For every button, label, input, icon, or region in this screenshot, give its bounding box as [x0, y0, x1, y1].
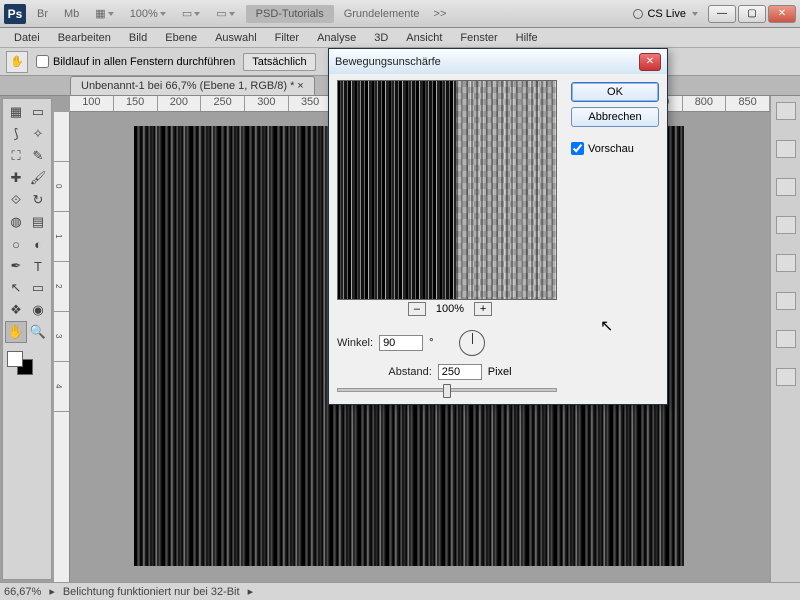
swatches-panel-icon[interactable] [776, 140, 796, 158]
workspace-item[interactable]: Grundelemente [340, 6, 424, 22]
zoom-out-button[interactable]: – [408, 302, 426, 316]
status-info: Belichtung funktioniert nur bei 32-Bit [63, 586, 240, 598]
3d-tool[interactable]: ❖ [5, 299, 27, 321]
app-logo: Ps [4, 4, 26, 24]
channels-panel-icon[interactable] [776, 330, 796, 348]
right-panel-dock [770, 96, 800, 582]
hand-tool-icon: ✋ [6, 51, 28, 73]
crop-tool[interactable]: ⛶ [5, 145, 27, 167]
gradient-tool[interactable]: ▤ [27, 211, 49, 233]
extras-dropdown[interactable]: ▭ [211, 4, 239, 23]
blur-tool[interactable]: ○ [5, 233, 27, 255]
dialog-title: Bewegungsunschärfe [335, 56, 441, 68]
maximize-button[interactable]: ▢ [738, 5, 766, 23]
cursor-icon: ↖ [600, 316, 613, 336]
heal-tool[interactable]: ✚ [5, 167, 27, 189]
minimize-button[interactable]: — [708, 5, 736, 23]
distance-slider[interactable] [337, 388, 557, 392]
type-tool[interactable]: T [27, 255, 49, 277]
menu-analyse[interactable]: Analyse [309, 30, 364, 46]
menu-ebene[interactable]: Ebene [157, 30, 205, 46]
bridge-button[interactable]: Br [32, 5, 53, 23]
angle-unit: ° [429, 337, 433, 349]
move-tool[interactable]: ▦ [5, 101, 27, 123]
cs-live-button[interactable]: CS Live [633, 8, 698, 20]
ok-button[interactable]: OK [571, 82, 659, 102]
scroll-all-checkbox[interactable]: Bildlauf in allen Fenstern durchführen [36, 55, 235, 68]
lasso-tool[interactable]: ⟆ [5, 123, 27, 145]
menu-filter[interactable]: Filter [267, 30, 307, 46]
foreground-swatch[interactable] [7, 351, 23, 367]
menu-ansicht[interactable]: Ansicht [398, 30, 450, 46]
arrange-dropdown[interactable]: ▭ [177, 4, 205, 23]
styles-panel-icon[interactable] [776, 178, 796, 196]
adjustments-panel-icon[interactable] [776, 216, 796, 234]
toolbox: ▦▭ ⟆✧ ⛶✎ ✚🖌 ⟐↻ ◍▤ ○◐ ✒T ↖▭ ❖◉ ✋🔍 [2, 98, 52, 580]
menu-hilfe[interactable]: Hilfe [508, 30, 546, 46]
minibridge-button[interactable]: Mb [59, 5, 84, 23]
shape-tool[interactable]: ▭ [27, 277, 49, 299]
distance-unit: Pixel [488, 366, 512, 378]
angle-input[interactable] [379, 335, 423, 351]
paths-panel-icon[interactable] [776, 368, 796, 386]
dialog-titlebar[interactable]: Bewegungsunschärfe ✕ [329, 49, 667, 74]
zoom-in-button[interactable]: + [474, 302, 492, 316]
masks-panel-icon[interactable] [776, 254, 796, 272]
wand-tool[interactable]: ✧ [27, 123, 49, 145]
path-tool[interactable]: ↖ [5, 277, 27, 299]
status-bar: 66,67% ▸ Belichtung funktioniert nur bei… [0, 582, 800, 600]
workspace-more[interactable]: >> [430, 6, 451, 22]
ruler-vertical: 01234 [54, 112, 70, 582]
hand-tool[interactable]: ✋ [5, 321, 27, 343]
pen-tool[interactable]: ✒ [5, 255, 27, 277]
angle-label: Winkel: [337, 337, 373, 349]
camera-tool[interactable]: ◉ [27, 299, 49, 321]
document-tab[interactable]: Unbenannt-1 bei 66,7% (Ebene 1, RGB/8) *… [70, 76, 315, 95]
menu-datei[interactable]: Datei [6, 30, 48, 46]
workspace-active[interactable]: PSD-Tutorials [246, 5, 334, 23]
close-button[interactable]: ✕ [768, 5, 796, 23]
zoom-dropdown[interactable]: 100% [125, 5, 171, 23]
color-panel-icon[interactable] [776, 102, 796, 120]
menu-bild[interactable]: Bild [121, 30, 155, 46]
layers-panel-icon[interactable] [776, 292, 796, 310]
dialog-close-button[interactable]: ✕ [639, 53, 661, 71]
cslive-icon [633, 9, 643, 19]
preview-checkbox[interactable]: Vorschau [571, 142, 659, 155]
distance-label: Abstand: [388, 366, 431, 378]
filter-preview[interactable] [337, 80, 557, 300]
menu-3d[interactable]: 3D [366, 30, 396, 46]
slider-thumb[interactable] [443, 384, 451, 398]
stamp-tool[interactable]: ⟐ [5, 189, 27, 211]
status-zoom[interactable]: 66,67% [4, 586, 41, 598]
eraser-tool[interactable]: ◍ [5, 211, 27, 233]
preview-zoom: 100% [436, 303, 464, 315]
menubar: Datei Bearbeiten Bild Ebene Auswahl Filt… [0, 28, 800, 48]
menu-bearbeiten[interactable]: Bearbeiten [50, 30, 119, 46]
dodge-tool[interactable]: ◐ [27, 233, 49, 255]
brush-tool[interactable]: 🖌 [27, 167, 49, 189]
eyedropper-tool[interactable]: ✎ [27, 145, 49, 167]
screen-mode-dropdown[interactable]: ▦ [90, 4, 118, 23]
marquee-tool[interactable]: ▭ [27, 101, 49, 123]
color-swatches[interactable] [5, 349, 49, 377]
zoom-tool[interactable]: 🔍 [27, 321, 49, 343]
angle-dial[interactable] [459, 330, 485, 356]
distance-input[interactable] [438, 364, 482, 380]
history-brush-tool[interactable]: ↻ [27, 189, 49, 211]
close-tab-icon[interactable]: × [297, 80, 303, 92]
actual-pixels-button[interactable]: Tatsächlich [243, 53, 315, 71]
cancel-button[interactable]: Abbrechen [571, 107, 659, 127]
title-bar: Ps Br Mb ▦ 100% ▭ ▭ PSD-Tutorials Grunde… [0, 0, 800, 28]
motion-blur-dialog: Bewegungsunschärfe ✕ – 100% + Winkel: ° [328, 48, 668, 405]
menu-fenster[interactable]: Fenster [452, 30, 505, 46]
menu-auswahl[interactable]: Auswahl [207, 30, 265, 46]
